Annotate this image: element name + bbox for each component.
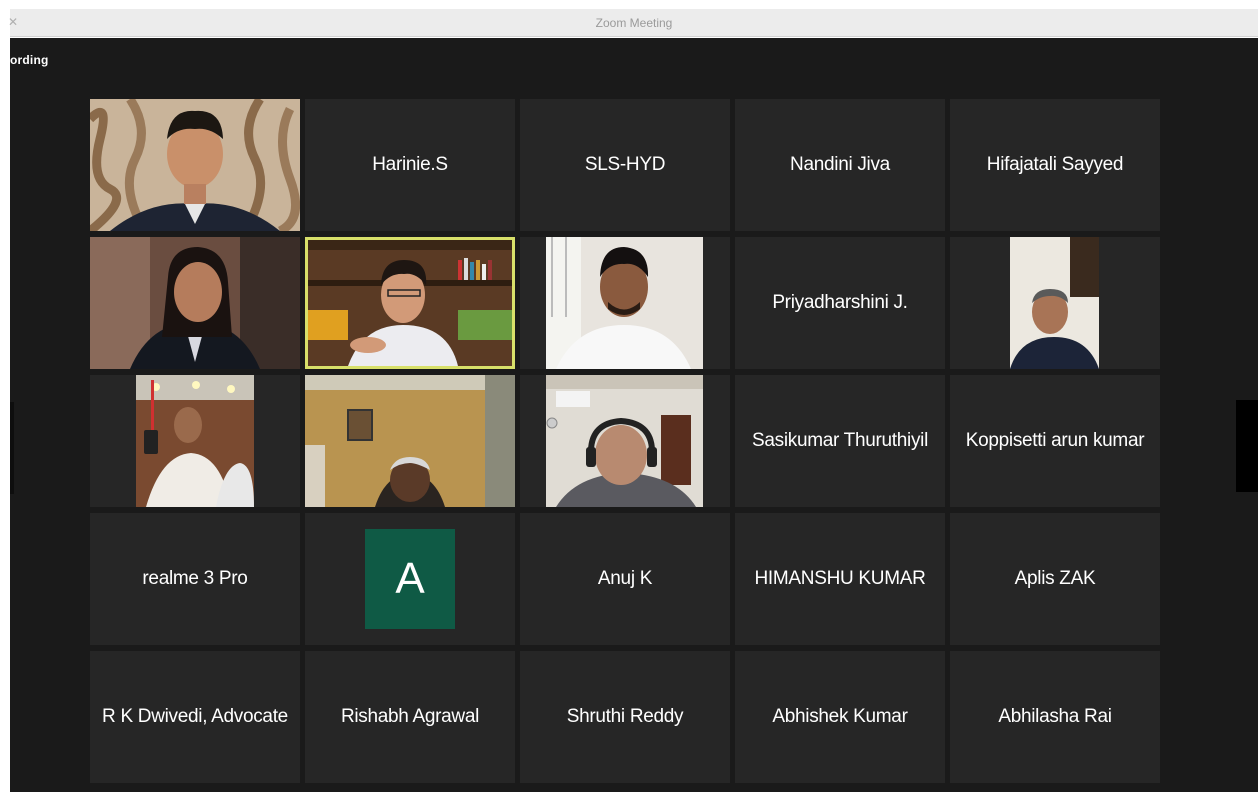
prev-page-handle[interactable]: [10, 402, 14, 494]
participant-tile[interactable]: A: [305, 513, 515, 645]
avatar: A: [365, 529, 455, 629]
participant-tile[interactable]: [90, 375, 300, 507]
participant-tile[interactable]: Nandini Jiva: [735, 99, 945, 231]
participant-tile[interactable]: HIMANSHU KUMAR: [735, 513, 945, 645]
participant-name: Hifajatali Sayyed: [986, 154, 1124, 175]
participant-tile[interactable]: Aplis ZAK: [950, 513, 1160, 645]
participant-name: Koppisetti arun kumar: [965, 430, 1145, 451]
participant-video: [308, 240, 512, 366]
participant-tile[interactable]: R K Dwivedi, Advocate: [90, 651, 300, 783]
participant-name: Sasikumar Thuruthiyil: [751, 430, 929, 451]
participant-tile[interactable]: Shruthi Reddy: [520, 651, 730, 783]
participant-name: Priyadharshini J.: [772, 292, 908, 313]
participant-tile[interactable]: Priyadharshini J.: [735, 237, 945, 369]
participant-video: [90, 99, 300, 231]
participant-name: Aplis ZAK: [1014, 568, 1096, 589]
participant-tile[interactable]: [520, 375, 730, 507]
participant-tile[interactable]: Hifajatali Sayyed: [950, 99, 1160, 231]
participant-name: Nandini Jiva: [790, 154, 890, 175]
participant-tile[interactable]: [90, 237, 300, 369]
participant-tile[interactable]: realme 3 Pro: [90, 513, 300, 645]
participant-video: [136, 375, 254, 507]
participant-name: realme 3 Pro: [142, 568, 248, 589]
participant-video: [305, 375, 515, 507]
participant-name: Harinie.S: [372, 154, 448, 175]
participant-name: SLS-HYD: [584, 154, 666, 175]
participant-tile[interactable]: Sasikumar Thuruthiyil: [735, 375, 945, 507]
participant-name: Abhilasha Rai: [998, 706, 1112, 727]
next-page-handle[interactable]: [1236, 400, 1258, 492]
participant-tile[interactable]: Rishabh Agrawal: [305, 651, 515, 783]
participant-tile[interactable]: [520, 237, 730, 369]
window-titlebar: ✕ Zoom Meeting: [8, 9, 1258, 37]
recording-indicator: ording: [10, 53, 49, 67]
participant-video: [546, 237, 703, 369]
participant-tile[interactable]: [90, 99, 300, 231]
participant-tile[interactable]: Abhilasha Rai: [950, 651, 1160, 783]
participant-tile[interactable]: Koppisetti arun kumar: [950, 375, 1160, 507]
participant-name: Abhishek Kumar: [772, 706, 908, 727]
participant-tile[interactable]: [305, 375, 515, 507]
participant-video: [90, 237, 300, 369]
participant-tile[interactable]: Harinie.S: [305, 99, 515, 231]
participant-video: [546, 375, 703, 507]
participant-tile[interactable]: Abhishek Kumar: [735, 651, 945, 783]
participant-name: Rishabh Agrawal: [340, 706, 480, 727]
participant-name: R K Dwivedi, Advocate: [102, 706, 288, 727]
participant-video: [1010, 237, 1099, 369]
participant-name: HIMANSHU KUMAR: [754, 568, 926, 589]
participant-tile[interactable]: [950, 237, 1160, 369]
participant-tile[interactable]: SLS-HYD: [520, 99, 730, 231]
participant-name: Shruthi Reddy: [566, 706, 684, 727]
participant-tile[interactable]: Anuj K: [520, 513, 730, 645]
participant-tile-active-speaker[interactable]: [305, 237, 515, 369]
window-title: Zoom Meeting: [595, 16, 673, 30]
participant-name: Anuj K: [597, 568, 653, 589]
